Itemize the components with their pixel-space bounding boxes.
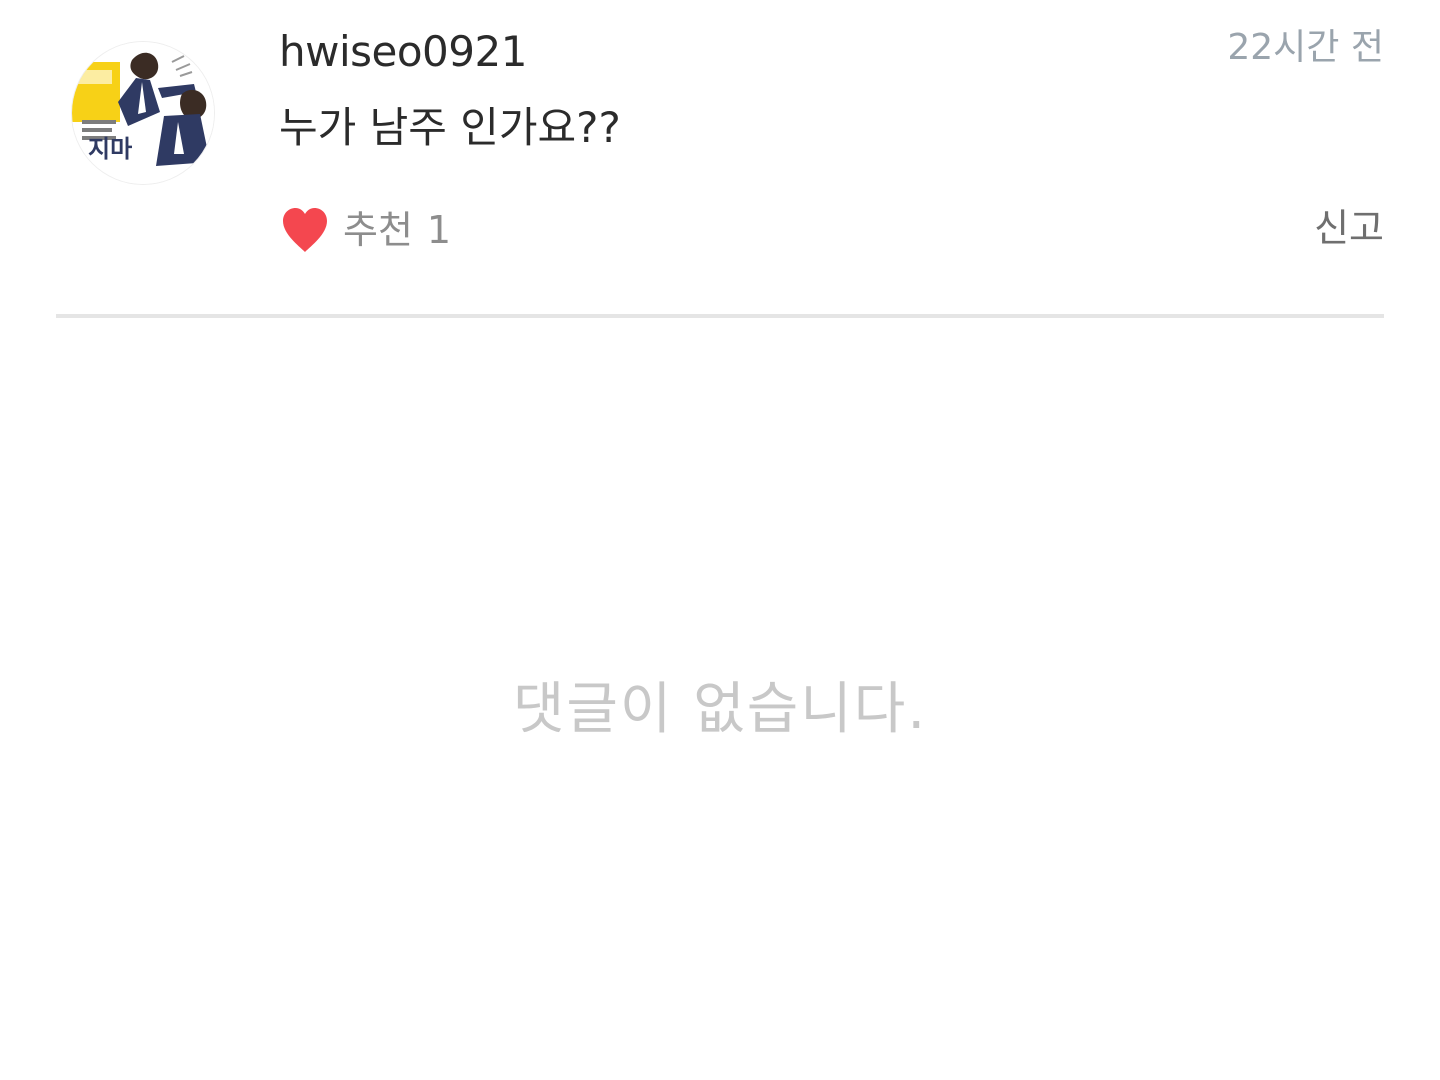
report-button[interactable]: 신고 <box>1314 202 1384 254</box>
like-count: 1 <box>426 208 452 252</box>
username[interactable]: hwiseo0921 <box>279 26 527 78</box>
like-button[interactable]: 추천 1 <box>279 200 451 260</box>
divider <box>56 314 1384 318</box>
post-card: 지마 hwiseo0921 22시간 전 누가 남주 인가요?? 추천 1 신고 <box>0 0 1440 318</box>
heart-icon <box>283 208 327 252</box>
avatar-label: 지마 <box>88 135 133 163</box>
post-content: 누가 남주 인가요?? <box>279 103 621 152</box>
user-avatar[interactable]: 지마 <box>72 42 214 184</box>
comment-screen: 지마 hwiseo0921 22시간 전 누가 남주 인가요?? 추천 1 신고… <box>0 0 1440 1080</box>
empty-comments-message: 댓글이 없습니다. <box>512 677 928 742</box>
like-label: 추천 <box>343 208 413 252</box>
post-timestamp: 22시간 전 <box>1227 27 1384 68</box>
